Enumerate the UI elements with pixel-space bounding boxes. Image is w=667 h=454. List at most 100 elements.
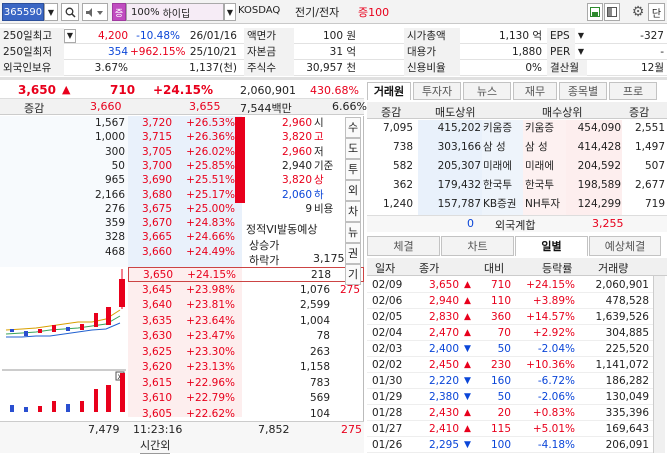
daily-scrollbar[interactable] — [653, 276, 665, 453]
daily-row[interactable]: 01/30 2,220 ▼ 160 -6.72% 186,282 — [367, 373, 653, 389]
bid-price: 3,615 — [141, 376, 172, 389]
bid-row[interactable]: 3,635 +23.64% 1,004 — [128, 314, 364, 329]
bid-row[interactable]: 3,630 +23.47% 78 — [128, 329, 364, 344]
bid-row[interactable]: 3,615 +22.96% 783 — [128, 376, 364, 391]
single-mode-button[interactable]: 단 — [648, 3, 665, 21]
bid-rate: +23.13% — [186, 361, 235, 373]
vi-title: 정적VI발동예상 — [246, 223, 318, 236]
ask-row[interactable]: 965 3,690 +25.51% — [0, 174, 240, 187]
broker-tab[interactable]: 뉴스 — [463, 82, 511, 100]
ask-qty: 359 — [104, 217, 125, 230]
ask-rate: +24.83% — [186, 217, 235, 230]
bid-row[interactable]: 3,625 +23.30% 263 — [128, 345, 364, 360]
gear-icon[interactable]: ⚙ — [630, 3, 646, 21]
side-tab[interactable]: 도 — [345, 138, 361, 159]
save-icon[interactable] — [587, 3, 603, 21]
ohlc-row: 3,820 상 — [281, 174, 324, 187]
bid-price: 3,620 — [141, 361, 172, 373]
daily-tab[interactable]: 차트 — [441, 236, 514, 256]
search-icon[interactable] — [61, 3, 79, 21]
ask-qty: 276 — [104, 202, 125, 215]
bid-qty: 218 — [310, 269, 331, 281]
broker-tab[interactable]: 종목별 — [559, 82, 607, 100]
ask-price: 3,705 — [141, 145, 172, 158]
bid-rate: +23.98% — [186, 283, 235, 296]
ohlc-row: 2,060 하 — [281, 188, 324, 201]
side-tab[interactable]: 권 — [345, 243, 361, 264]
bid-qty: 1,004 — [299, 314, 330, 327]
stock-code-input[interactable]: 365590 — [2, 3, 44, 21]
bid-row[interactable]: 3,620 +23.13% 1,158 — [128, 360, 364, 375]
layout-icon[interactable] — [604, 3, 620, 21]
ask-qty: 50 — [111, 159, 125, 172]
bid-row[interactable]: 3,605 +22.62% 104 — [128, 407, 364, 422]
side-tab[interactable]: 기 — [345, 264, 361, 285]
ask-price: 3,680 — [141, 188, 172, 201]
broker-row[interactable]: 1,240 157,787 KB증권 NH투자 124,299 719 — [367, 196, 667, 213]
ask-row[interactable]: 300 3,705 +26.02% — [0, 146, 240, 159]
broker-tab[interactable]: 투자자 — [413, 82, 461, 100]
bid-row[interactable]: 3,645 +23.98% 1,076 275 — [128, 283, 364, 298]
code-dropdown-icon[interactable]: ▼ — [44, 3, 58, 21]
up-arrow-icon: ▲ — [62, 83, 71, 96]
bid-qty: 104 — [309, 407, 330, 420]
ask-row[interactable]: 468 3,660 +24.49% — [0, 246, 240, 259]
daily-tab[interactable]: 체결 — [367, 236, 440, 256]
bid-price: 3,610 — [141, 392, 172, 404]
ask-rate: +24.66% — [186, 231, 235, 244]
broker-row[interactable]: 582 205,307 미래에 미래에 204,592 507 — [367, 158, 667, 175]
daily-row[interactable]: 02/03 2,400 ▼ 50 -2.04% 225,520 — [367, 341, 653, 357]
name-dropdown-icon[interactable]: ▼ — [224, 3, 236, 21]
ohlc-row: 3,820 고 — [281, 131, 324, 144]
ask-qty: 965 — [104, 174, 125, 187]
ask-row[interactable]: 328 3,665 +24.66% — [0, 231, 240, 244]
daily-row[interactable]: 02/09 3,650 ▲ 710 +24.15% 2,060,901 — [367, 277, 653, 293]
bid-row[interactable]: 3,610 +22.79% 569 — [128, 391, 364, 406]
bid-qty: 1,158 — [299, 361, 330, 373]
daily-row[interactable]: 01/26 2,295 ▼ 100 -4.18% 206,091 — [367, 437, 653, 453]
ask-rate: +25.51% — [186, 174, 235, 187]
ask-row[interactable]: 276 3,675 +25.00% — [0, 203, 240, 216]
bid-row[interactable]: 3,640 +23.81% 2,599 — [128, 298, 364, 313]
ask-row[interactable]: 359 3,670 +24.83% — [0, 217, 240, 230]
ask-row[interactable]: 2,166 3,680 +25.17% — [0, 189, 240, 202]
ask-price: 3,700 — [141, 159, 172, 172]
side-tab[interactable]: 외 — [345, 180, 361, 201]
bid-qty: 569 — [309, 392, 330, 404]
daily-row[interactable]: 02/02 2,450 ▲ 230 +10.36% 1,141,072 — [367, 357, 653, 373]
ask-row[interactable]: 1,000 3,715 +26.36% — [0, 131, 240, 144]
ask-row[interactable]: 1,567 3,720 +26.53% — [0, 117, 240, 130]
bid-row[interactable]: 3,650 +24.15% 218 — [128, 267, 364, 282]
daily-row[interactable]: 01/27 2,410 ▲ 115 +5.01% 169,643 — [367, 421, 653, 437]
broker-header: 증감 매도상위 매수상위 증감 — [367, 102, 667, 119]
side-tab[interactable]: 차 — [345, 201, 361, 222]
daily-tab[interactable]: 예상체결 — [589, 236, 661, 256]
speaker-icon[interactable] — [82, 3, 108, 21]
after-hours-button[interactable]: 시간외 — [140, 437, 171, 454]
ask-rate: +25.00% — [186, 202, 235, 215]
sector-label: 전기/전자 — [295, 6, 340, 19]
broker-row[interactable]: 362 179,432 한국투 한국투 198,589 2,677 — [367, 177, 667, 194]
price-range-bar — [235, 117, 245, 203]
daily-row[interactable]: 01/29 2,380 ▼ 50 -2.06% 130,049 — [367, 389, 653, 405]
daily-row[interactable]: 01/28 2,430 ▲ 20 +0.83% 335,396 — [367, 405, 653, 421]
daily-row[interactable]: 02/04 2,470 ▲ 70 +2.92% 304,885 — [367, 325, 653, 341]
broker-tab[interactable]: 재무 — [513, 82, 557, 100]
broker-row[interactable]: 7,095 415,202 키움증 키움증 454,090 2,551 — [367, 120, 667, 137]
bid-qty: 783 — [309, 376, 330, 389]
info-row-foreign: 외국인보유 3.67% 1,137(천) 주식수 30,957 천 신용비율 0… — [0, 60, 667, 76]
daily-tab[interactable]: 일별 — [515, 236, 588, 256]
side-tab[interactable]: 뉴 — [345, 222, 361, 243]
stock-name-field[interactable]: 100% 하이딥 — [126, 3, 224, 21]
side-tab[interactable]: 투 — [345, 159, 361, 180]
daily-row[interactable]: 02/06 2,940 ▲ 110 +3.89% 478,528 — [367, 293, 653, 309]
bid-price: 3,645 — [141, 283, 172, 296]
ask-price: 3,670 — [141, 217, 172, 230]
broker-tab[interactable]: 거래원 — [367, 82, 411, 100]
broker-row[interactable]: 738 303,166 삼 성삼 성 414,428 1,497 — [367, 139, 667, 156]
daily-row[interactable]: 02/05 2,830 ▲ 360 +14.57% 1,639,526 — [367, 309, 653, 325]
bid-qty: 78 — [316, 330, 330, 342]
side-tab[interactable]: 수 — [345, 117, 361, 138]
ask-row[interactable]: 50 3,700 +25.85% — [0, 160, 240, 173]
broker-tab[interactable]: 프로 — [609, 82, 657, 100]
